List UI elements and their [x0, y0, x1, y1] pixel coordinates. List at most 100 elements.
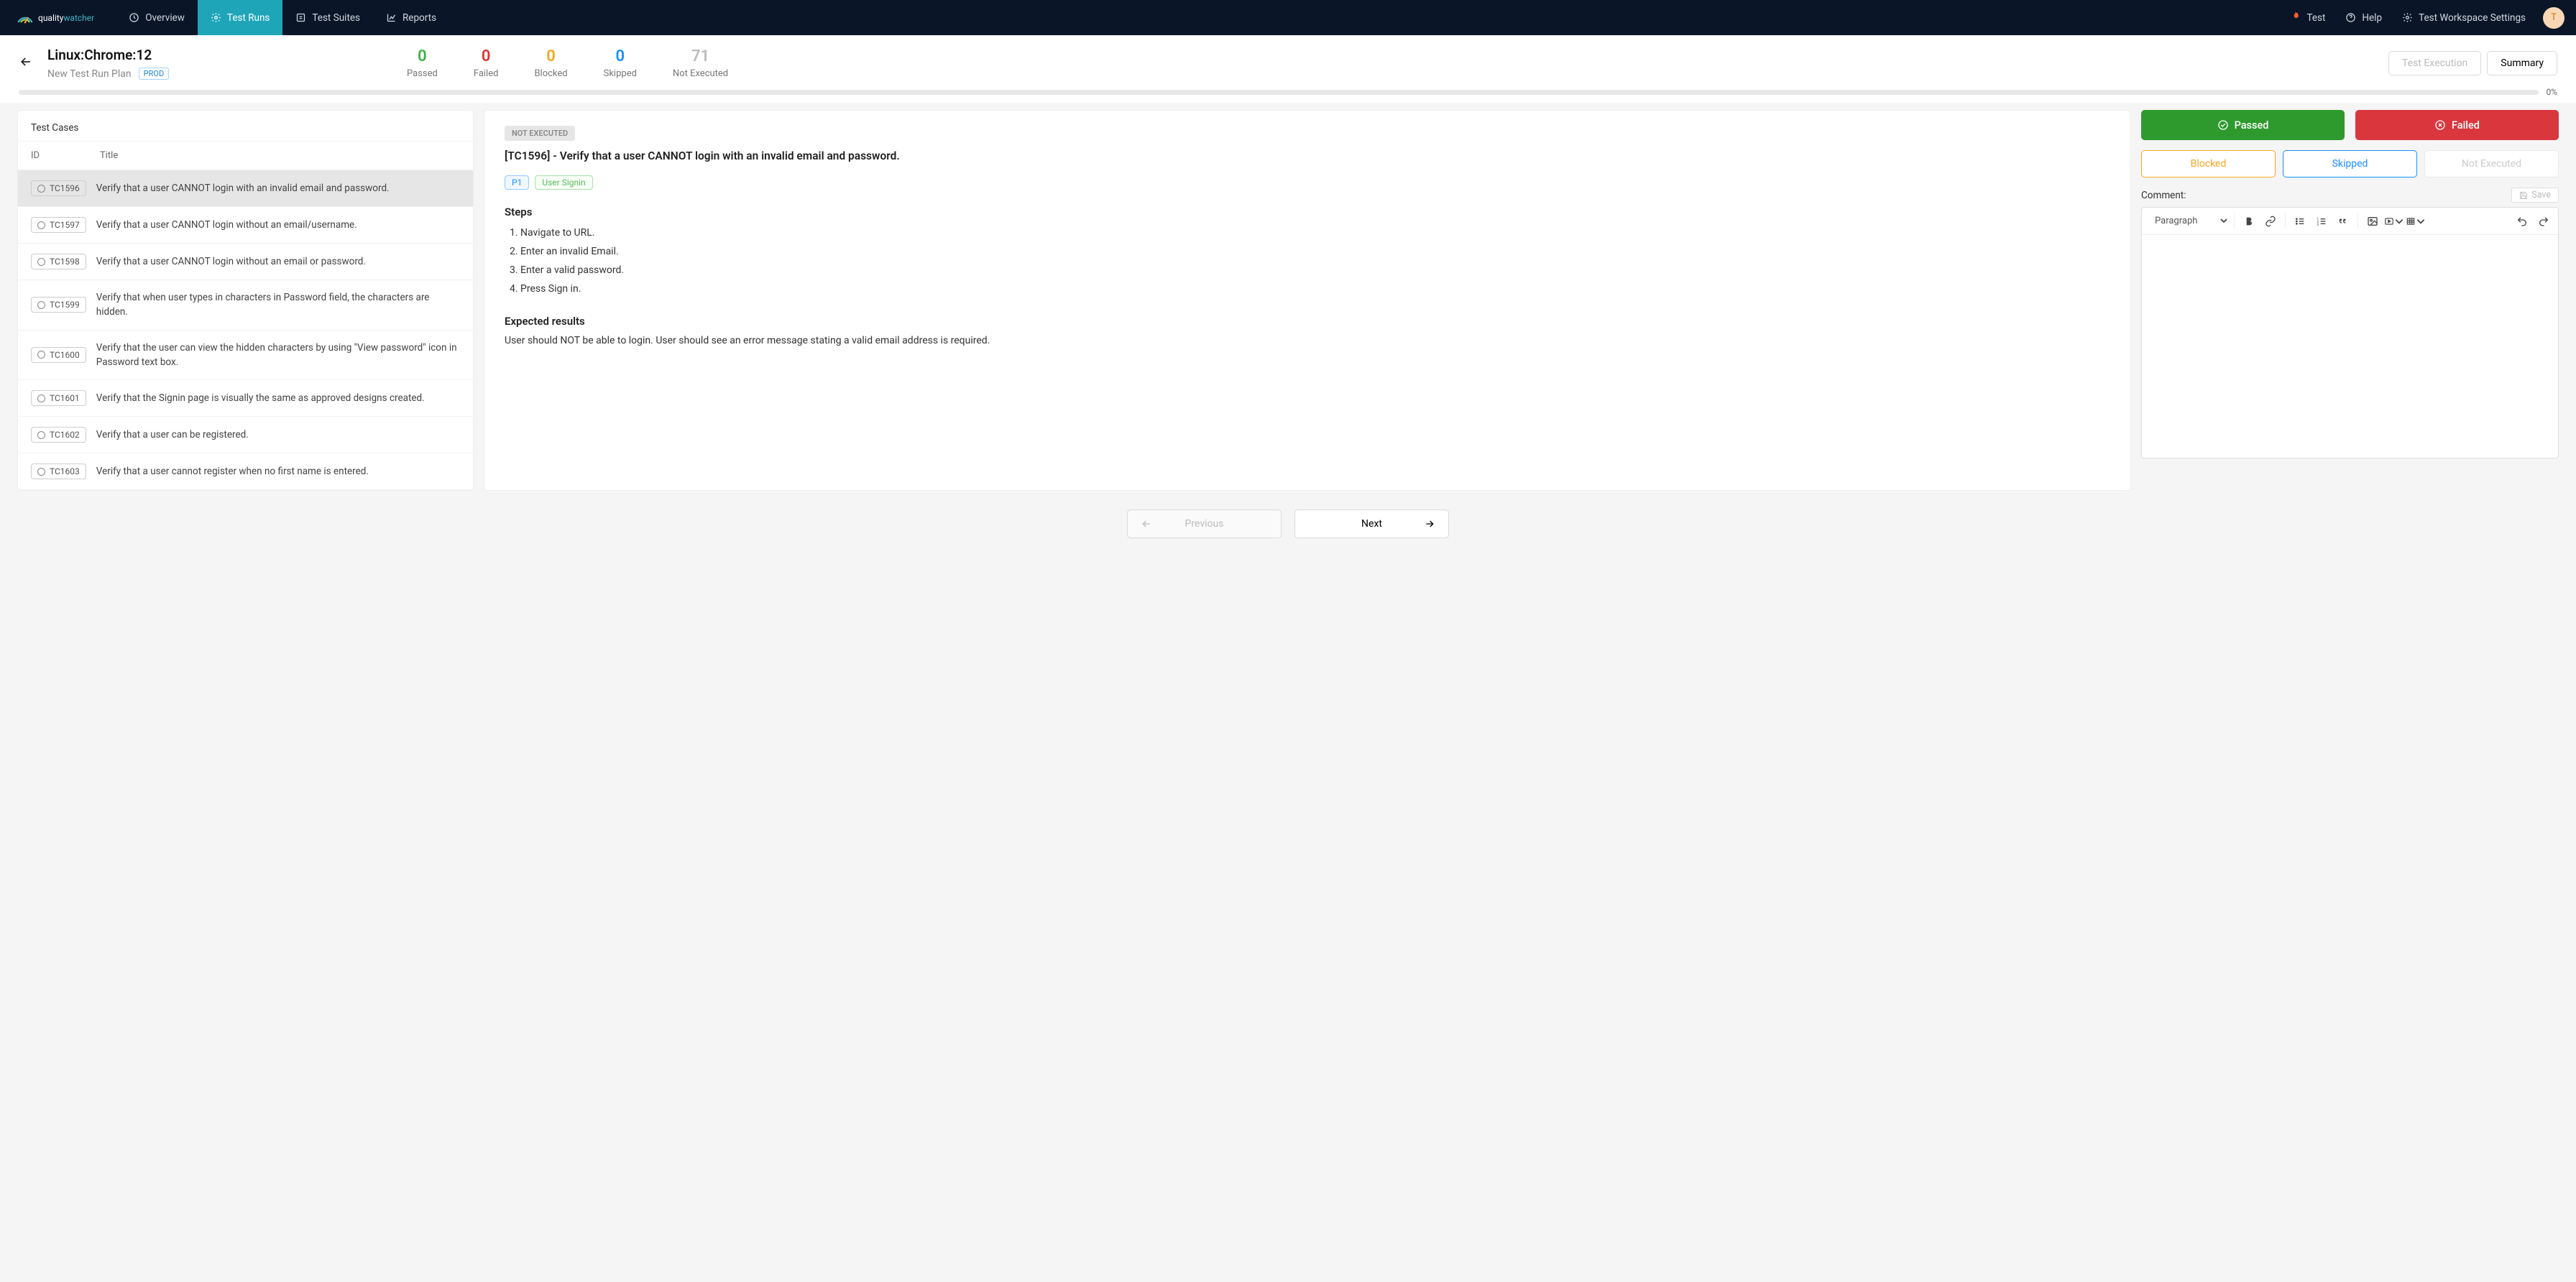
- quote-button[interactable]: [2333, 211, 2353, 231]
- test-case-row-title: Verify that the Signin page is visually …: [96, 391, 460, 405]
- summary-button[interactable]: Summary: [2487, 51, 2557, 75]
- suites-icon: [295, 12, 306, 23]
- chevron-down-icon: [2416, 216, 2426, 227]
- link-button[interactable]: [2260, 211, 2281, 231]
- failed-button[interactable]: Failed: [2355, 110, 2559, 140]
- undo-button[interactable]: [2512, 211, 2532, 231]
- page-header: Linux:Chrome:12 New Test Run Plan PROD 0…: [0, 35, 2576, 87]
- expected-text: User should NOT be able to login. User s…: [505, 333, 2110, 349]
- step-item: Enter an invalid Email.: [520, 243, 2110, 262]
- pagination: Previous Next: [0, 499, 2576, 553]
- table-icon: [2406, 216, 2416, 227]
- environment-tag: PROD: [139, 68, 170, 80]
- nav-workspace-test[interactable]: Test: [2280, 0, 2335, 35]
- test-execution-button[interactable]: Test Execution: [2388, 51, 2481, 75]
- test-case-row[interactable]: TC1602 Verify that a user can be register…: [18, 417, 473, 453]
- editor-toolbar: Paragraph 123: [2142, 208, 2558, 235]
- test-case-row[interactable]: TC1596Verify that a user CANNOT login wi…: [18, 170, 473, 207]
- user-avatar[interactable]: T: [2543, 7, 2564, 29]
- steps-list: Navigate to URL.Enter an invalid Email.E…: [505, 224, 2110, 299]
- test-case-id-badge: TC1603: [31, 464, 86, 479]
- blocked-button[interactable]: Blocked: [2141, 150, 2276, 177]
- passed-button[interactable]: Passed: [2141, 110, 2345, 140]
- paragraph-select[interactable]: Paragraph: [2146, 211, 2230, 231]
- nav-test-runs[interactable]: Test Runs: [198, 0, 282, 35]
- gear-icon: [2402, 12, 2413, 23]
- stats-row: 0Passed 0Failed 0Blocked 0Skipped 71Not …: [407, 47, 728, 79]
- svg-text:3: 3: [2317, 223, 2319, 227]
- status-badge: NOT EXECUTED: [505, 126, 575, 141]
- nav-help[interactable]: Help: [2335, 0, 2392, 35]
- page-subtitle: New Test Run Plan: [47, 68, 132, 80]
- status-circle-icon: [37, 185, 45, 193]
- status-circle-icon: [37, 301, 45, 309]
- nav-test-suites[interactable]: Test Suites: [282, 0, 373, 35]
- steps-heading: Steps: [505, 206, 2110, 218]
- undo-icon: [2516, 216, 2528, 227]
- test-case-id-badge: TC1599: [31, 297, 86, 313]
- stat-blocked: 0Blocked: [534, 47, 567, 79]
- case-title: [TC1596] - Verify that a user CANNOT log…: [505, 148, 2110, 164]
- execution-panel: Passed Failed Blocked Skipped Not Execut…: [2141, 110, 2559, 491]
- redo-button[interactable]: [2534, 211, 2554, 231]
- column-title: Title: [100, 150, 118, 161]
- test-cases-heading: Test Cases: [18, 111, 473, 141]
- test-case-row-title: Verify that a user cannot register when …: [96, 464, 460, 479]
- logo-icon: [16, 11, 34, 25]
- stat-failed: 0Failed: [474, 47, 499, 79]
- quote-icon: [2337, 216, 2349, 227]
- arrow-right-icon: [1424, 518, 1435, 530]
- media-icon: [2384, 216, 2394, 227]
- help-icon: [2345, 12, 2356, 23]
- status-circle-icon: [37, 431, 45, 439]
- test-case-row[interactable]: TC1598Verify that a user CANNOT login wi…: [18, 244, 473, 280]
- progress-bar: [19, 90, 2539, 95]
- x-circle-icon: [2434, 119, 2446, 131]
- brand-logo[interactable]: qualitywatcher: [16, 11, 94, 25]
- test-case-id-badge: TC1598: [31, 254, 86, 269]
- test-case-row-title: Verify that a user can be registered.: [96, 428, 460, 442]
- comment-editor: Paragraph 123: [2141, 207, 2559, 458]
- test-case-id-badge: TC1600: [31, 347, 86, 363]
- column-id: ID: [31, 150, 100, 161]
- test-case-row[interactable]: TC1599Verify that when user types in cha…: [18, 280, 473, 331]
- test-case-id-badge: TC1597: [31, 217, 86, 233]
- bold-button[interactable]: [2239, 211, 2259, 231]
- suite-tag: User Signin: [535, 175, 592, 190]
- test-case-id-badge: TC1602: [31, 427, 86, 443]
- save-icon: [2519, 191, 2528, 200]
- nav-overview[interactable]: Overview: [116, 0, 198, 35]
- step-item: Press Sign in.: [520, 280, 2110, 299]
- nav-workspace-settings[interactable]: Test Workspace Settings: [2392, 0, 2536, 35]
- gear-icon: [211, 12, 221, 23]
- test-case-row[interactable]: TC1601Verify that the Signin page is vis…: [18, 380, 473, 417]
- skipped-button[interactable]: Skipped: [2283, 150, 2417, 177]
- stat-not-executed: 71Not Executed: [673, 47, 728, 79]
- status-circle-icon: [37, 395, 45, 402]
- nav-reports[interactable]: Reports: [373, 0, 449, 35]
- check-circle-icon: [2217, 119, 2229, 131]
- not-executed-button: Not Executed: [2424, 150, 2559, 177]
- status-circle-icon: [37, 468, 45, 476]
- back-button[interactable]: [19, 55, 47, 72]
- next-button[interactable]: Next: [1294, 509, 1449, 538]
- comment-label: Comment:: [2141, 190, 2186, 201]
- test-case-row-title: Verify that a user CANNOT login with an …: [96, 181, 460, 195]
- test-case-row[interactable]: TC1603 Verify that a user cannot register…: [18, 453, 473, 490]
- test-case-row[interactable]: TC1597Verify that a user CANNOT login wi…: [18, 207, 473, 244]
- previous-button: Previous: [1127, 509, 1282, 538]
- editor-textarea[interactable]: [2142, 235, 2558, 458]
- media-button[interactable]: [2384, 211, 2404, 231]
- table-button[interactable]: [2406, 211, 2426, 231]
- redo-icon: [2538, 216, 2549, 227]
- arrow-left-icon: [1141, 518, 1152, 530]
- numbered-list-button[interactable]: 123: [2312, 211, 2332, 231]
- bullet-list-button[interactable]: [2290, 211, 2310, 231]
- page-title: Linux:Chrome:12: [47, 47, 263, 63]
- step-item: Enter a valid password.: [520, 262, 2110, 280]
- image-button[interactable]: [2363, 211, 2383, 231]
- chevron-down-icon: [2394, 216, 2404, 227]
- priority-tag: P1: [505, 175, 529, 190]
- test-case-row[interactable]: TC1600Verify that the user can view the …: [18, 331, 473, 381]
- stat-skipped: 0Skipped: [604, 47, 637, 79]
